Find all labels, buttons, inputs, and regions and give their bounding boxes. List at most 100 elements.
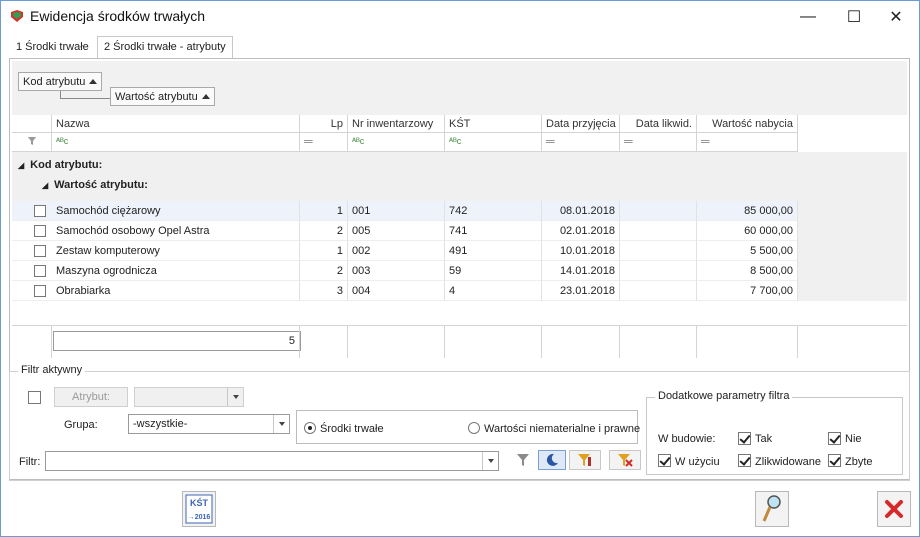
filter-nazwa[interactable]: ᴬᴮc xyxy=(52,133,300,152)
maximize-icon: ☐ xyxy=(846,8,862,26)
grupa-value: -wszystkie- xyxy=(133,418,188,430)
maximize-button[interactable]: ☐ xyxy=(831,1,877,32)
grupa-label: Grupa: xyxy=(64,419,98,431)
filter-data-likwid[interactable]: ═ xyxy=(620,133,697,152)
cell-kst: 59 xyxy=(445,261,542,281)
filter-data-przyjecia[interactable]: ═ xyxy=(542,133,620,152)
cell-wartosc: 7 700,00 xyxy=(697,281,798,301)
filter-wartosc[interactable]: ═ xyxy=(697,133,798,152)
footer-col xyxy=(697,326,798,358)
header-nr-inwentarzowy[interactable]: Nr inwentarzowy xyxy=(348,115,445,133)
cell-data-likwid xyxy=(620,261,697,281)
moon-toggle-button[interactable] xyxy=(538,450,566,470)
radio-wartosci-niematerialne[interactable] xyxy=(468,422,480,434)
row-checkbox[interactable] xyxy=(34,285,46,297)
table-row[interactable]: Obrabiarka 3 004 4 23.01.2018 7 700,00 xyxy=(12,281,798,301)
filtr-label: Filtr: xyxy=(19,456,41,468)
title-bar: Ewidencja środków trwałych — ☐ ✕ xyxy=(1,1,919,32)
filter-row: ᴬᴮc ═ ᴬᴮc ᴬᴮc ═ ═ ═ xyxy=(12,133,798,152)
footer-col xyxy=(12,326,300,358)
minimize-icon: — xyxy=(800,7,816,25)
group-header-kod-atrybutu[interactable]: ◢ Kod atrybutu: xyxy=(18,159,102,171)
tab-srodki-trwale-atrybuty[interactable]: 2 Środki trwałe - atrybuty xyxy=(97,36,233,58)
header-lp[interactable]: Lp xyxy=(300,115,348,133)
moon-icon xyxy=(546,453,558,466)
footer-col xyxy=(348,326,445,358)
grid-footer: 5 xyxy=(12,325,907,358)
tak-checkbox[interactable] xyxy=(738,432,751,445)
sort-asc-icon xyxy=(201,94,210,99)
w-uzyciu-checkbox[interactable] xyxy=(658,454,671,467)
close-button[interactable] xyxy=(877,491,911,527)
clear-filter-button[interactable] xyxy=(609,450,641,470)
cell-lp: 2 xyxy=(300,261,348,281)
funnel-clear-icon xyxy=(618,454,633,467)
zlikwidowane-checkbox[interactable] xyxy=(738,454,751,467)
row-checkbox[interactable] xyxy=(34,225,46,237)
close-icon: ✕ xyxy=(889,8,903,26)
group-chip-wartosc-atrybutu[interactable]: Wartość atrybutu xyxy=(110,87,215,106)
table-row[interactable]: Maszyna ogrodnicza 2 003 59 14.01.2018 8… xyxy=(12,261,798,281)
row-checkbox[interactable] xyxy=(34,205,46,217)
cell-data-likwid xyxy=(620,221,697,241)
filter-lp[interactable]: ═ xyxy=(300,133,348,152)
cell-data-przyjecia: 02.01.2018 xyxy=(542,221,620,241)
filter-builder-button[interactable] xyxy=(569,450,601,470)
header-data-likwid[interactable]: Data likwid. xyxy=(620,115,697,133)
group-connector xyxy=(60,91,110,99)
header-indicator xyxy=(12,115,52,133)
main-window: Ewidencja środków trwałych — ☐ ✕ 1 Środk… xyxy=(0,0,920,537)
table-row[interactable]: Samochód ciężarowy 1 001 742 08.01.2018 … xyxy=(12,201,798,221)
minimize-button[interactable]: — xyxy=(785,1,831,32)
filter-legend: Filtr aktywny xyxy=(18,364,86,376)
atrybut-checkbox[interactable] xyxy=(28,391,41,404)
group-header-wartosc-atrybutu[interactable]: ◢ Wartość atrybutu: xyxy=(42,179,148,191)
zbyte-checkbox[interactable] xyxy=(828,454,841,467)
header-data-przyjecia[interactable]: Data przyjęcia xyxy=(542,115,620,133)
row-checkbox[interactable] xyxy=(34,265,46,277)
sort-asc-icon xyxy=(89,79,98,84)
grid-header: Nazwa Lp Nr inwentarzowy KŚT Data przyję… xyxy=(12,115,798,133)
cell-nazwa: Maszyna ogrodnicza xyxy=(52,261,300,281)
cell-nr: 002 xyxy=(348,241,445,261)
filtr-input[interactable] xyxy=(45,451,499,471)
cell-data-przyjecia: 14.01.2018 xyxy=(542,261,620,281)
atrybut-button[interactable]: Atrybut: xyxy=(54,387,128,407)
zlikwidowane-label: Zlikwidowane xyxy=(755,456,822,468)
cell-nazwa: Samochód ciężarowy xyxy=(52,201,300,221)
extra-params-legend: Dodatkowe parametry filtra xyxy=(655,390,793,402)
atrybut-combo[interactable] xyxy=(134,387,244,407)
header-wartosc-nabycia[interactable]: Wartość nabycia xyxy=(697,115,798,133)
search-button[interactable] xyxy=(755,491,789,527)
group-label: Kod atrybutu: xyxy=(30,159,103,171)
apply-filter-button[interactable] xyxy=(509,450,537,470)
header-kst[interactable]: KŚT xyxy=(445,115,542,133)
funnel-icon xyxy=(517,454,529,466)
magnifier-icon xyxy=(762,495,781,522)
radio-srodki-trwale[interactable] xyxy=(304,422,316,434)
cell-lp: 1 xyxy=(300,201,348,221)
nie-checkbox[interactable] xyxy=(828,432,841,445)
close-window-button[interactable]: ✕ xyxy=(873,1,919,32)
cell-data-przyjecia: 08.01.2018 xyxy=(542,201,620,221)
cell-kst: 491 xyxy=(445,241,542,261)
kst-icon: KŚT →2016 xyxy=(185,494,213,524)
filter-nr[interactable]: ᴬᴮc xyxy=(348,133,445,152)
group-label: Wartość atrybutu: xyxy=(54,179,148,191)
collapse-icon: ◢ xyxy=(42,180,49,190)
header-nazwa[interactable]: Nazwa xyxy=(52,115,300,133)
row-checkbox[interactable] xyxy=(34,245,46,257)
filter-kst[interactable]: ᴬᴮc xyxy=(445,133,542,152)
cell-nr: 004 xyxy=(348,281,445,301)
table-row[interactable]: Zestaw komputerowy 1 002 491 10.01.2018 … xyxy=(12,241,798,261)
kst-2016-button[interactable]: KŚT →2016 xyxy=(182,491,216,527)
table-row[interactable]: Samochód osobowy Opel Astra 2 005 741 02… xyxy=(12,221,798,241)
radio-srodki-trwale-label: Środki trwałe xyxy=(320,423,384,435)
tab-srodki-trwale[interactable]: 1 Środki trwałe xyxy=(9,36,96,58)
grupa-combo[interactable]: -wszystkie- xyxy=(128,414,290,434)
chevron-down-icon xyxy=(227,388,243,406)
group-chip-kod-atrybutu[interactable]: Kod atrybutu xyxy=(18,72,103,91)
cell-kst: 741 xyxy=(445,221,542,241)
cell-data-likwid xyxy=(620,201,697,221)
cell-data-likwid xyxy=(620,281,697,301)
